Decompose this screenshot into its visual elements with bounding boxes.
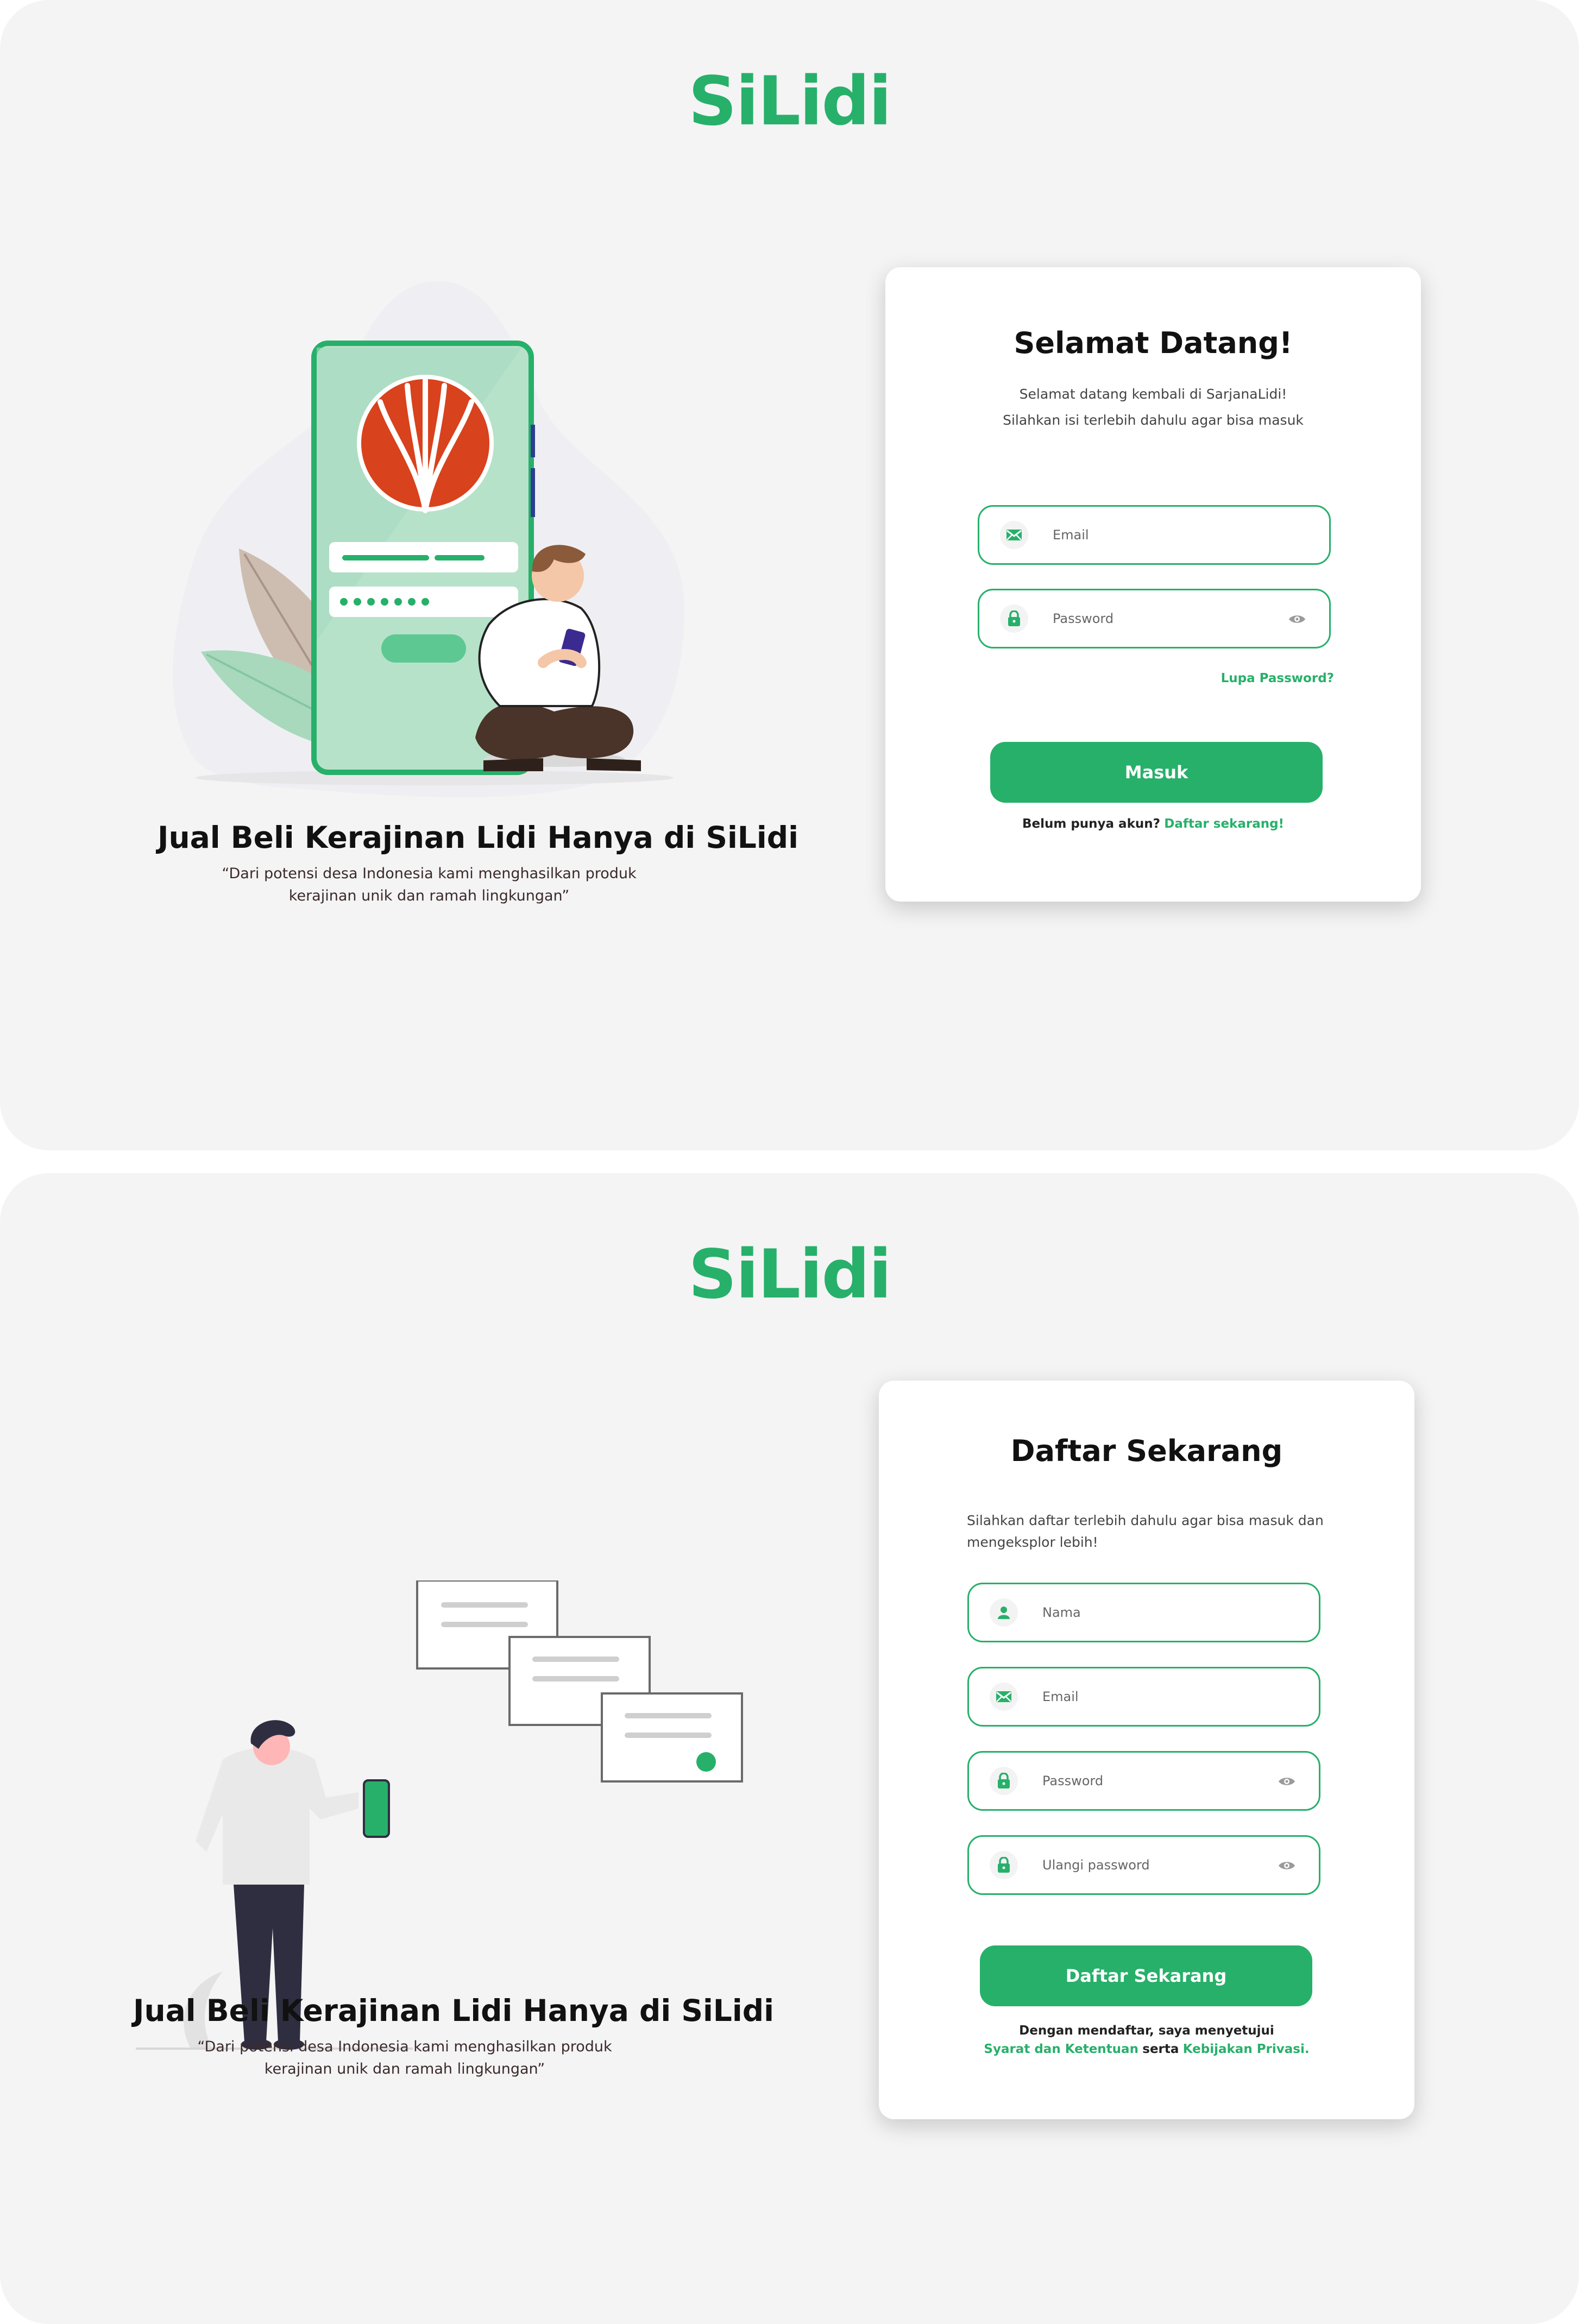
quote: “Dari potensi desa Indonesia kami mengha… xyxy=(133,2036,676,2080)
agree-text: Dengan mendaftar, saya menyetujui xyxy=(1019,2024,1274,2038)
tagline: Jual Beli Kerajinan Lidi Hanya di SiLidi xyxy=(158,820,798,855)
register-prompt: Belum punya akun? Daftar sekarang! xyxy=(885,817,1421,831)
eye-icon[interactable] xyxy=(1278,1772,1296,1791)
card-subtitle: Silahkan daftar terlebih dahulu agar bis… xyxy=(967,1510,1347,1553)
email-placeholder: Email xyxy=(1042,1689,1079,1704)
eye-icon[interactable] xyxy=(1288,610,1306,628)
password-placeholder: Password xyxy=(1053,611,1114,626)
quote-line-1: “Dari potensi desa Indonesia kami mengha… xyxy=(222,865,637,882)
phone-in-hand xyxy=(363,1779,390,1838)
person-shirt xyxy=(478,598,601,707)
repeat-password-field[interactable]: Ulangi password xyxy=(967,1835,1320,1895)
card-subtitle: Selamat datang kembali di SarjanaLidi! S… xyxy=(885,381,1421,433)
subtitle-line-2: Silahkan isi terlebih dahulu agar bisa m… xyxy=(1003,412,1304,428)
mail-icon xyxy=(1000,521,1028,549)
brand-logo: SiLidi xyxy=(688,62,892,141)
dollar-icon xyxy=(696,1752,716,1772)
login-button[interactable]: Masuk xyxy=(990,742,1323,803)
and-text: serta xyxy=(1142,2042,1179,2056)
mail-icon xyxy=(990,1683,1018,1711)
lock-icon xyxy=(990,1767,1018,1795)
subtitle-line-2: mengeksplor lebih! xyxy=(967,1534,1098,1550)
login-card: Selamat Datang! Selamat datang kembali d… xyxy=(885,267,1421,902)
no-account-text: Belum punya akun? xyxy=(1022,817,1160,831)
login-illustration xyxy=(173,281,684,798)
man-body xyxy=(196,1747,358,1885)
register-button[interactable]: Daftar Sekarang xyxy=(980,1945,1312,2006)
brand-logo: SiLidi xyxy=(688,1236,892,1314)
quote-line-2: kerajinan unik dan ramah lingkungan” xyxy=(288,887,570,904)
forgot-password-link[interactable]: Lupa Password? xyxy=(1221,671,1334,685)
lock-icon xyxy=(1000,604,1028,633)
subtitle-line-1: Selamat datang kembali di SarjanaLidi! xyxy=(1019,386,1287,402)
lock-icon xyxy=(990,1851,1018,1879)
password-field[interactable]: Password xyxy=(967,1751,1320,1811)
password-field[interactable]: Password xyxy=(978,589,1331,648)
privacy-link[interactable]: Kebijakan Privasi. xyxy=(1183,2042,1310,2056)
quote-line-2: kerajinan unik dan ramah lingkungan” xyxy=(264,2061,545,2077)
register-illustration xyxy=(136,1580,743,2050)
password-placeholder: Password xyxy=(1042,1773,1104,1788)
tagline: Jual Beli Kerajinan Lidi Hanya di SiLidi xyxy=(133,1993,774,2028)
subtitle-line-1: Silahkan daftar terlebih dahulu agar bis… xyxy=(967,1513,1324,1528)
email-field[interactable]: Email xyxy=(967,1667,1320,1727)
card-title: Selamat Datang! xyxy=(1014,326,1293,360)
email-placeholder: Email xyxy=(1053,527,1089,543)
register-screen: SiLidi Jual Beli Kerajinan Lidi Hanya di… xyxy=(0,1173,1579,2324)
name-placeholder: Nama xyxy=(1042,1605,1081,1620)
terms-line: Syarat dan Ketentuan serta Kebijakan Pri… xyxy=(879,2040,1414,2058)
repeat-password-placeholder: Ulangi password xyxy=(1042,1857,1150,1873)
user-icon xyxy=(990,1598,1018,1627)
name-field[interactable]: Nama xyxy=(967,1583,1320,1642)
register-link[interactable]: Daftar sekarang! xyxy=(1164,817,1284,831)
login-screen: SiLidi Jual Beli Kerajinan Lidi Hanya di… xyxy=(0,0,1579,1150)
email-field[interactable]: Email xyxy=(978,505,1331,565)
terms-link[interactable]: Syarat dan Ketentuan xyxy=(984,2042,1138,2056)
quote-line-1: “Dari potensi desa Indonesia kami mengha… xyxy=(197,2038,612,2055)
card-title: Daftar Sekarang xyxy=(1010,1434,1283,1468)
receipt-3 xyxy=(601,1692,743,1783)
terms-note: Dengan mendaftar, saya menyetujui Syarat… xyxy=(879,2021,1414,2058)
register-card: Daftar Sekarang Silahkan daftar terlebih… xyxy=(879,1381,1414,2119)
eye-icon[interactable] xyxy=(1278,1856,1296,1875)
quote: “Dari potensi desa Indonesia kami mengha… xyxy=(158,862,701,907)
